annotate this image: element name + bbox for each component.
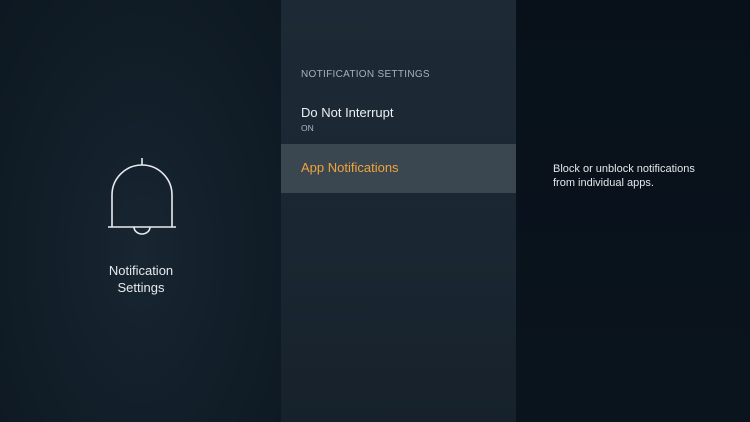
description-panel: Block or unblock notifications from indi… [516, 0, 750, 422]
menu-item-app-notifications[interactable]: App Notifications [281, 144, 516, 193]
description-text: Block or unblock notifications from indi… [553, 163, 695, 189]
category-title: Notification Settings [108, 263, 174, 295]
section-header: NOTIFICATION SETTINGS [301, 69, 430, 80]
menu-item-label: Do Not Interrupt [301, 105, 394, 120]
menu-item-label: App Notifications [301, 160, 399, 175]
category-panel: Notification Settings [0, 0, 281, 422]
menu-item-do-not-interrupt[interactable]: Do Not Interrupt ON [281, 102, 516, 142]
bell-icon [104, 157, 180, 239]
menu-item-value: ON [301, 123, 314, 133]
settings-menu: NOTIFICATION SETTINGS Do Not Interrupt O… [281, 0, 516, 422]
fire-tv-settings-screen: Notification Settings NOTIFICATION SETTI… [0, 0, 750, 422]
